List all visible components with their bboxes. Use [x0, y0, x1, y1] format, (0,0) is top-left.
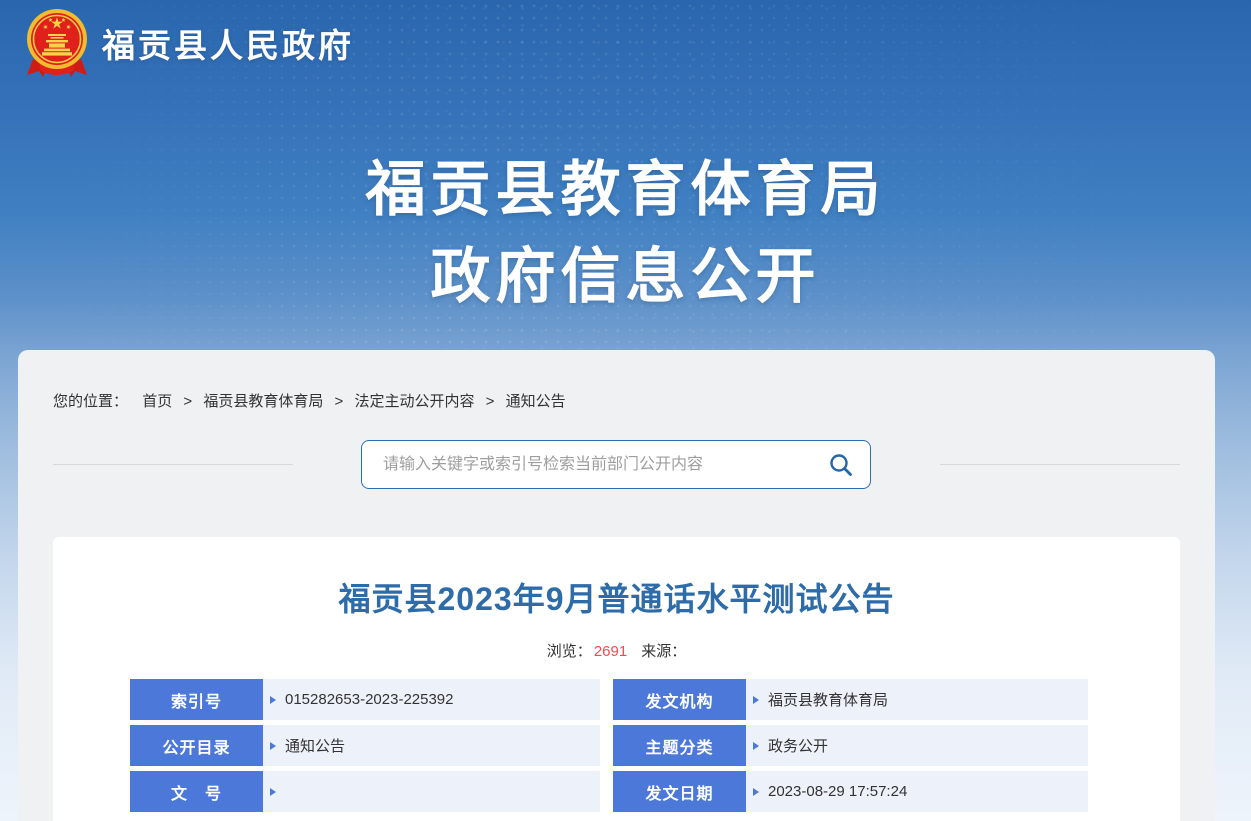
info-value: 通知公告 — [263, 725, 600, 766]
info-cell-topic-category: 主题分类 政务公开 — [613, 725, 1088, 766]
info-cell-public-directory: 公开目录 通知公告 — [130, 725, 600, 766]
hero-banner: 福贡县教育体育局 政府信息公开 — [0, 157, 1251, 310]
site-header-brand[interactable]: 福贡县人民政府 — [0, 0, 1251, 86]
article-card: 福贡县2023年9月普通话水平测试公告 浏览： 2691 来源： 索引号 01528… — [53, 537, 1180, 821]
article-title: 福贡县2023年9月普通话水平测试公告 — [338, 581, 895, 617]
info-row: 索引号 015282653-2023-225392 发文机构 福贡县教育体育局 — [130, 679, 1088, 720]
search-icon — [830, 453, 852, 476]
arrow-right-icon — [753, 741, 759, 750]
info-value: 015282653-2023-225392 — [263, 679, 600, 720]
info-row: 文 号 发文日期 2023-08-29 17:57:24 — [130, 771, 1088, 812]
hero-title-line1: 福贡县教育体育局 — [365, 156, 886, 223]
breadcrumb-item-home[interactable]: 首页 — [142, 393, 172, 410]
arrow-right-icon — [270, 787, 276, 796]
info-value-text: 福贡县教育体育局 — [768, 692, 889, 709]
breadcrumb-item-bureau[interactable]: 福贡县教育体育局 — [203, 393, 323, 410]
info-value: 政务公开 — [746, 725, 1088, 766]
info-value: 福贡县教育体育局 — [746, 679, 1088, 720]
views-label: 浏览： — [546, 643, 592, 660]
info-value-text: 015282653-2023-225392 — [285, 691, 454, 708]
hero-title-line2: 政府信息公开 — [430, 243, 821, 310]
info-value — [263, 771, 600, 812]
site-title: 福贡县人民政府 — [102, 27, 354, 64]
views-count: 2691 — [593, 643, 628, 660]
arrow-right-icon — [753, 695, 759, 704]
info-row: 公开目录 通知公告 主题分类 政务公开 — [130, 725, 1088, 766]
china-national-emblem-icon — [27, 9, 87, 77]
article-meta: 浏览： 2691 来源： — [53, 640, 1180, 661]
search-button[interactable] — [812, 441, 870, 488]
info-value-text: 2023-08-29 17:57:24 — [768, 783, 908, 800]
arrow-right-icon — [753, 787, 759, 796]
breadcrumb-label: 您的位置： — [53, 393, 129, 410]
info-label: 主题分类 — [613, 725, 746, 766]
divider-right — [940, 464, 1180, 465]
breadcrumb-item-disclosure[interactable]: 法定主动公开内容 — [354, 393, 474, 410]
info-value-text: 政务公开 — [768, 738, 829, 755]
breadcrumb-separator: > — [334, 393, 344, 410]
content-shell: 您的位置： 首页 > 福贡县教育体育局 > 法定主动公开内容 > 通知公告 福贡… — [18, 350, 1215, 821]
info-value: 2023-08-29 17:57:24 — [746, 771, 1088, 812]
breadcrumb-separator: > — [183, 393, 193, 410]
breadcrumb-item-notices[interactable]: 通知公告 — [506, 393, 566, 410]
search-input[interactable] — [362, 441, 812, 488]
arrow-right-icon — [270, 741, 276, 750]
info-label: 发文日期 — [613, 771, 746, 812]
search-box — [361, 440, 871, 489]
source-label: 来源： — [641, 643, 687, 660]
info-label: 发文机构 — [613, 679, 746, 720]
info-label: 索引号 — [130, 679, 263, 720]
info-cell-document-number: 文 号 — [130, 771, 600, 812]
info-label: 公开目录 — [130, 725, 263, 766]
divider-left — [53, 464, 293, 465]
info-cell-issue-date: 发文日期 2023-08-29 17:57:24 — [613, 771, 1088, 812]
page-root: 福贡县人民政府 福贡县教育体育局 政府信息公开 您的位置： 首页 > 福贡县教育… — [0, 0, 1251, 821]
article-info-table: 索引号 015282653-2023-225392 发文机构 福贡县教育体育局 — [130, 679, 1088, 812]
arrow-right-icon — [270, 695, 276, 704]
info-value-text: 通知公告 — [285, 738, 346, 755]
info-cell-index-number: 索引号 015282653-2023-225392 — [130, 679, 600, 720]
info-cell-issuing-agency: 发文机构 福贡县教育体育局 — [613, 679, 1088, 720]
info-label: 文 号 — [130, 771, 263, 812]
breadcrumb: 您的位置： 首页 > 福贡县教育体育局 > 法定主动公开内容 > 通知公告 — [53, 393, 566, 411]
breadcrumb-separator: > — [485, 393, 495, 410]
